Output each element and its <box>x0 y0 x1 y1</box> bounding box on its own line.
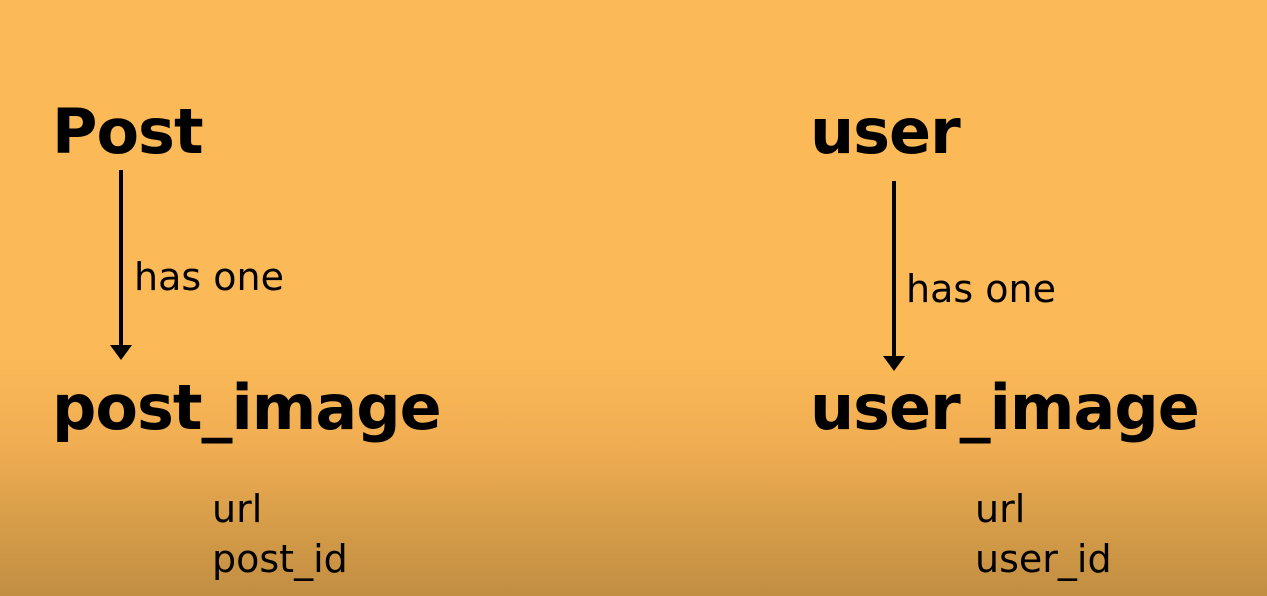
field-post-id: post_id <box>212 537 348 581</box>
right-arrow <box>883 181 905 371</box>
relation-label-left: has one <box>134 255 284 299</box>
field-url-right: url <box>975 487 1026 531</box>
child-entity-post-image: post_image <box>52 371 442 444</box>
relation-label-right: has one <box>906 267 1056 311</box>
field-url-left: url <box>212 487 263 531</box>
parent-entity-post: Post <box>52 95 204 168</box>
child-entity-user-image: user_image <box>810 371 1200 444</box>
field-user-id: user_id <box>975 537 1112 581</box>
left-arrow <box>110 170 132 360</box>
parent-entity-user: user <box>810 95 961 168</box>
